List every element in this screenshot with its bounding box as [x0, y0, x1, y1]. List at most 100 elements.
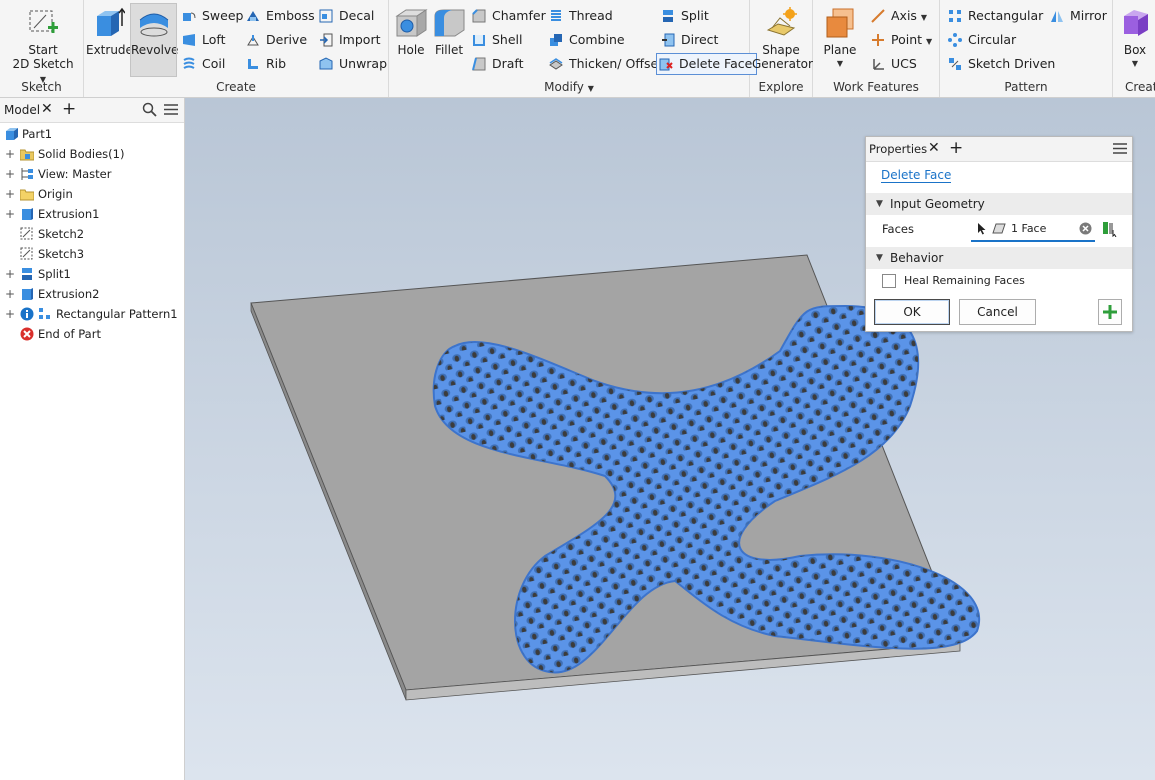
draft-icon — [472, 57, 486, 71]
cancel-button[interactable]: Cancel — [959, 299, 1036, 325]
tree-node-rectangular-pattern1[interactable]: + Rectangular Pattern1 — [0, 304, 184, 324]
tree-node-sketch2[interactable]: Sketch2 — [0, 224, 184, 244]
tree-node-sketch3[interactable]: Sketch3 — [0, 244, 184, 264]
fillet-button[interactable]: Fillet — [431, 4, 467, 57]
circular-pattern-button[interactable]: Circular — [946, 30, 1016, 50]
thread-button[interactable]: Thread — [547, 6, 613, 26]
freeform-group-label: Creat — [1125, 80, 1155, 94]
ok-button[interactable]: OK — [874, 299, 950, 325]
direct-button[interactable]: Direct — [659, 30, 718, 50]
fillet-label: Fillet — [434, 43, 464, 57]
chevron-down-icon: ▼ — [1131, 59, 1139, 68]
properties-tab-bar: Properties ✕ + — [866, 137, 1132, 162]
rib-button[interactable]: Rib — [244, 54, 286, 74]
point-button[interactable]: Point ▼ — [869, 30, 932, 50]
revolve-button[interactable]: Revolve — [130, 3, 178, 77]
tree-node-extrusion1[interactable]: + Extrusion1 — [0, 204, 184, 224]
close-icon[interactable]: ✕ — [41, 101, 53, 117]
plane-button[interactable]: Plane ▼ — [817, 4, 863, 71]
derive-button[interactable]: Derive — [244, 30, 307, 50]
thicken-icon — [549, 57, 563, 71]
chevron-down-icon: ▼ — [836, 59, 844, 68]
shell-button[interactable]: Shell — [470, 30, 523, 50]
cursor-arrow-icon — [977, 222, 987, 238]
expand-icon[interactable]: + — [5, 184, 15, 204]
tree-node-view-master[interactable]: + View: Master — [0, 164, 184, 184]
hole-label: Hole — [397, 43, 425, 57]
split-button[interactable]: Split — [659, 6, 709, 26]
behavior-section[interactable]: ▼ Behavior — [866, 247, 1132, 269]
box-button[interactable]: Box ▼ — [1115, 4, 1155, 71]
model-tree: Part1 + Solid Bodies(1) + View: Master +… — [0, 124, 184, 344]
input-geometry-section[interactable]: ▼ Input Geometry — [866, 193, 1132, 215]
add-tab-icon[interactable]: + — [949, 138, 963, 158]
decal-button[interactable]: Decal — [317, 6, 374, 26]
menu-icon[interactable] — [1113, 142, 1127, 158]
add-tab-icon[interactable]: + — [62, 99, 76, 119]
create-group-label: Create — [216, 80, 256, 94]
tree-node-part1[interactable]: Part1 — [0, 124, 184, 144]
emboss-button[interactable]: Emboss — [244, 6, 315, 26]
sketch-group: Start 2D Sketch ▼ Sketch — [0, 0, 84, 97]
select-other-icon[interactable] — [1102, 221, 1118, 240]
combine-icon — [549, 33, 563, 47]
plane-icon — [823, 6, 857, 40]
coil-button[interactable]: Coil — [180, 54, 225, 74]
ucs-button[interactable]: UCS — [869, 54, 917, 74]
add-button[interactable] — [1098, 299, 1122, 325]
search-icon[interactable] — [142, 102, 157, 120]
rectangular-pattern-button[interactable]: Rectangular — [946, 6, 1043, 26]
loft-icon — [182, 33, 196, 47]
tree-node-end-of-part[interactable]: End of Part — [0, 324, 184, 344]
direct-icon — [661, 33, 675, 47]
sketch-icon — [20, 227, 34, 241]
faces-selector[interactable]: 1 Face — [971, 218, 1095, 242]
clear-selection-icon[interactable] — [1079, 222, 1092, 238]
heal-remaining-faces-checkbox[interactable] — [882, 274, 896, 288]
modify-group-label[interactable]: Modify ▼ — [389, 80, 749, 94]
heal-remaining-faces-label: Heal Remaining Faces — [904, 274, 1025, 287]
create-group: Extrude Revolve Sweep Loft Coil Emboss D… — [84, 0, 389, 97]
import-button[interactable]: Import — [317, 30, 381, 50]
start-2d-sketch-button[interactable]: Start 2D Sketch ▼ — [8, 4, 78, 87]
expand-icon[interactable]: + — [5, 284, 15, 304]
axis-icon — [871, 9, 885, 23]
decal-icon — [319, 9, 333, 23]
command-title[interactable]: Delete Face — [881, 168, 952, 183]
hole-button[interactable]: Hole — [392, 4, 430, 57]
delete-face-button[interactable]: Delete Face — [655, 53, 758, 75]
sketch-driven-pattern-button[interactable]: Sketch Driven — [946, 54, 1055, 74]
plane-label: Plane — [823, 43, 857, 57]
expand-icon[interactable]: + — [5, 164, 15, 184]
properties-tab[interactable]: Properties — [869, 142, 927, 156]
menu-icon[interactable] — [164, 103, 178, 119]
close-icon[interactable]: ✕ — [928, 140, 940, 156]
combine-button[interactable]: Combine — [547, 30, 625, 50]
shape-generator-icon — [764, 6, 798, 40]
sweep-button[interactable]: Sweep — [180, 6, 243, 26]
work-features-group-label: Work Features — [833, 80, 919, 94]
loft-button[interactable]: Loft — [180, 30, 225, 50]
extrusion-icon — [20, 287, 34, 301]
tree-node-origin[interactable]: + Origin — [0, 184, 184, 204]
extrude-button[interactable]: Extrude — [86, 4, 133, 57]
expand-icon[interactable]: + — [5, 264, 15, 284]
model-tab[interactable]: Model — [4, 103, 40, 117]
tree-node-extrusion2[interactable]: + Extrusion2 — [0, 284, 184, 304]
thicken-offset-button[interactable]: Thicken/ Offset — [547, 54, 663, 74]
axis-button[interactable]: Axis ▼ — [869, 6, 927, 26]
expand-icon[interactable]: + — [5, 144, 15, 164]
mirror-button[interactable]: Mirror — [1048, 6, 1107, 26]
shape-generator-button[interactable]: Shape Generator — [752, 4, 813, 71]
draft-button[interactable]: Draft — [470, 54, 524, 74]
unwrap-button[interactable]: Unwrap — [317, 54, 387, 74]
tree-node-solid-bodies[interactable]: + Solid Bodies(1) — [0, 144, 184, 164]
expand-icon[interactable]: + — [5, 204, 15, 224]
tree-node-split1[interactable]: + Split1 — [0, 264, 184, 284]
thread-icon — [549, 9, 563, 23]
unwrap-icon — [319, 57, 333, 71]
chamfer-button[interactable]: Chamfer — [470, 6, 546, 26]
properties-panel: Properties ✕ + Delete Face ▼ Input Geome… — [865, 136, 1133, 332]
ucs-icon — [871, 57, 885, 71]
expand-icon[interactable]: + — [5, 304, 15, 324]
